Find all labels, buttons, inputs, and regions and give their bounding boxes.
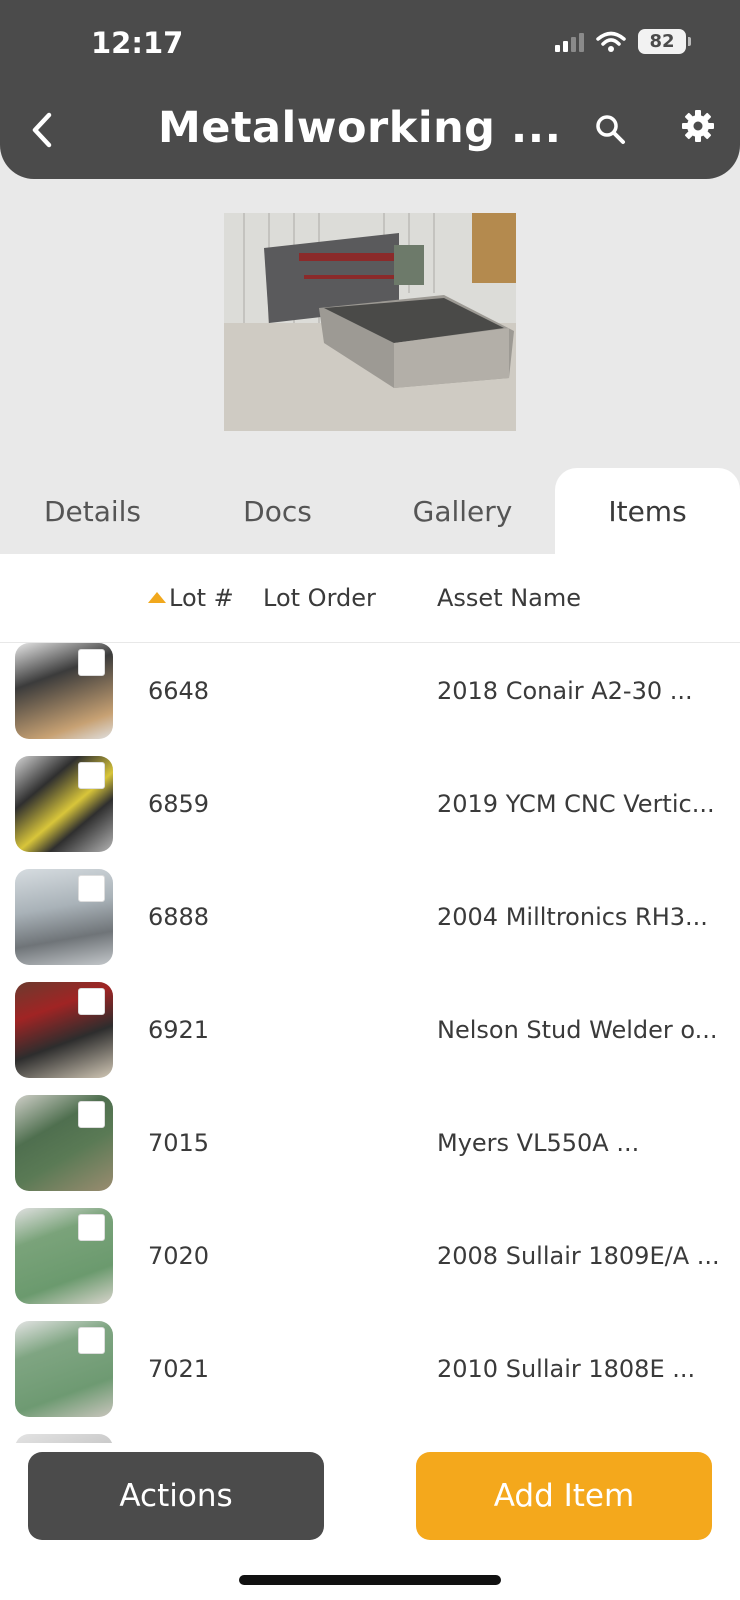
select-checkbox[interactable] bbox=[78, 875, 105, 902]
table-row[interactable]: 7021 2010 Sullair 1808E ... bbox=[0, 1321, 740, 1434]
item-thumbnail bbox=[15, 643, 113, 739]
tab-bar: Details Docs Gallery Items bbox=[0, 468, 740, 554]
column-header-lot-order[interactable]: Lot Order bbox=[263, 584, 376, 612]
add-item-button[interactable]: Add Item bbox=[416, 1452, 712, 1540]
table-row[interactable]: 7015 Myers VL550A ... bbox=[0, 1095, 740, 1208]
table-header: Lot # Lot Order Asset Name bbox=[0, 554, 740, 643]
tab-details[interactable]: Details bbox=[0, 468, 185, 554]
tab-items[interactable]: Items bbox=[555, 468, 740, 554]
lot-number: 7020 bbox=[148, 1242, 210, 1270]
items-list[interactable]: 6648 2018 Conair A2-30 ... 6859 2019 YCM… bbox=[0, 643, 740, 1443]
search-button[interactable] bbox=[590, 108, 630, 150]
item-thumbnail bbox=[15, 1321, 113, 1417]
page-title: Metalworking ... bbox=[158, 103, 562, 153]
laser-cutter-photo bbox=[224, 213, 516, 431]
lot-number: 6921 bbox=[148, 1016, 210, 1044]
select-checkbox[interactable] bbox=[78, 649, 105, 676]
select-checkbox[interactable] bbox=[78, 762, 105, 789]
actions-button[interactable]: Actions bbox=[28, 1452, 324, 1540]
select-checkbox[interactable] bbox=[78, 1101, 105, 1128]
lot-number: 6859 bbox=[148, 790, 210, 818]
table-row[interactable]: 6888 2004 Milltronics RH3... bbox=[0, 869, 740, 982]
lot-number: 7015 bbox=[148, 1129, 210, 1157]
asset-name: 2008 Sullair 1809E/A ... bbox=[437, 1242, 720, 1270]
asset-name: 2019 YCM CNC Vertic... bbox=[437, 790, 715, 818]
settings-button[interactable] bbox=[676, 104, 720, 148]
items-panel: Lot # Lot Order Asset Name 6648 2018 Con… bbox=[0, 554, 740, 1600]
table-row[interactable] bbox=[0, 1434, 740, 1443]
asset-name: 2010 Sullair 1808E ... bbox=[437, 1355, 696, 1383]
column-header-asset-name[interactable]: Asset Name bbox=[437, 584, 581, 612]
item-thumbnail bbox=[15, 982, 113, 1078]
item-thumbnail bbox=[15, 869, 113, 965]
table-row[interactable]: 6648 2018 Conair A2-30 ... bbox=[0, 643, 740, 756]
back-button[interactable] bbox=[22, 108, 62, 152]
item-thumbnail bbox=[15, 1434, 113, 1443]
status-time: 12:17 bbox=[91, 26, 184, 60]
event-hero-image bbox=[224, 213, 516, 431]
sort-ascending-icon bbox=[148, 592, 166, 603]
table-row[interactable]: 6921 Nelson Stud Welder o... bbox=[0, 982, 740, 1095]
table-row[interactable]: 6859 2019 YCM CNC Vertic... bbox=[0, 756, 740, 869]
item-thumbnail bbox=[15, 1095, 113, 1191]
cellular-signal-icon bbox=[555, 32, 584, 52]
tab-gallery[interactable]: Gallery bbox=[370, 468, 555, 554]
status-icons: 82 bbox=[555, 29, 691, 54]
item-thumbnail bbox=[15, 756, 113, 852]
select-checkbox[interactable] bbox=[78, 1327, 105, 1354]
asset-name: 2004 Milltronics RH3... bbox=[437, 903, 708, 931]
lot-number: 7021 bbox=[148, 1355, 210, 1383]
app-header: 12:17 82 Metalworking ... bbox=[0, 0, 740, 179]
asset-name: 2018 Conair A2-30 ... bbox=[437, 677, 693, 705]
search-icon bbox=[596, 115, 625, 144]
lot-number: 6888 bbox=[148, 903, 210, 931]
wifi-icon bbox=[596, 31, 626, 52]
table-row[interactable]: 7020 2008 Sullair 1809E/A ... bbox=[0, 1208, 740, 1321]
asset-name: Myers VL550A ... bbox=[437, 1129, 640, 1157]
chevron-left-icon bbox=[32, 112, 52, 148]
tab-docs[interactable]: Docs bbox=[185, 468, 370, 554]
select-checkbox[interactable] bbox=[78, 988, 105, 1015]
asset-name: Nelson Stud Welder o... bbox=[437, 1016, 718, 1044]
column-header-lot-label: Lot # bbox=[169, 584, 234, 612]
battery-icon: 82 bbox=[638, 29, 691, 54]
lot-number: 6648 bbox=[148, 677, 210, 705]
gear-icon bbox=[682, 110, 714, 142]
select-checkbox[interactable] bbox=[78, 1214, 105, 1241]
item-thumbnail bbox=[15, 1208, 113, 1304]
column-header-lot[interactable]: Lot # bbox=[148, 584, 234, 612]
home-indicator bbox=[239, 1575, 501, 1585]
